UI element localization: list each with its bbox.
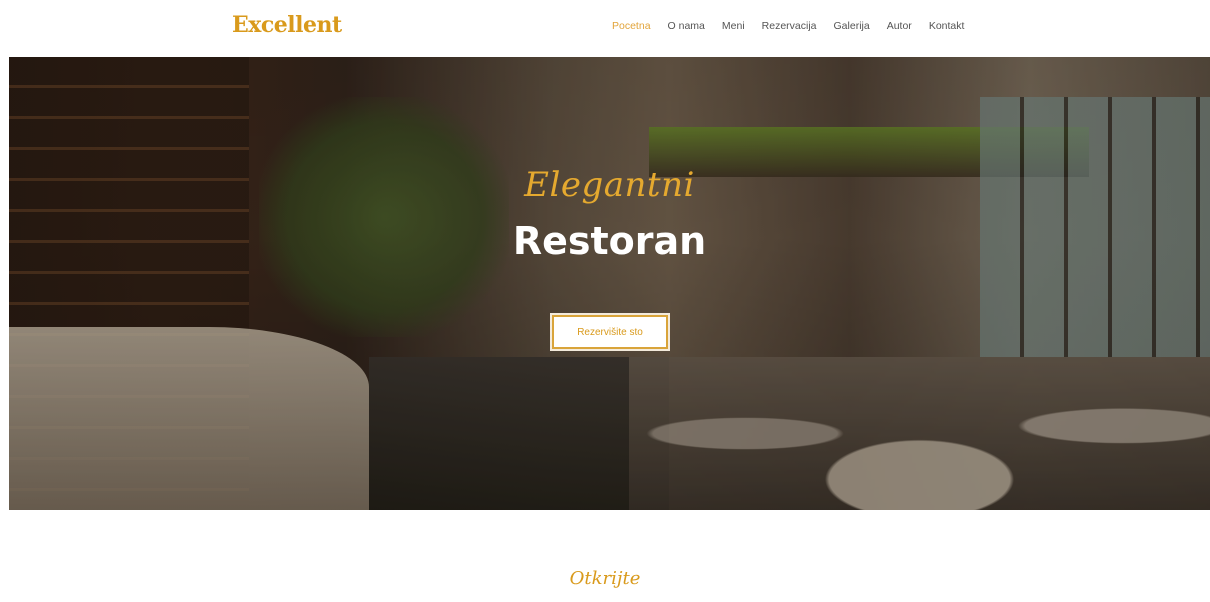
nav-item-autor[interactable]: Autor bbox=[887, 20, 912, 32]
site-logo[interactable]: Excellent bbox=[232, 12, 342, 38]
reserve-table-button[interactable]: Rezervišite sto bbox=[550, 313, 670, 351]
hero-title: Restoran bbox=[512, 219, 707, 263]
nav-item-pocetna[interactable]: Pocetna bbox=[612, 20, 651, 32]
nav-item-galerija[interactable]: Galerija bbox=[834, 20, 870, 32]
hero-banner: Elegantni Restoran Rezervišite sto bbox=[9, 57, 1210, 510]
nav-item-o-nama[interactable]: O nama bbox=[668, 20, 705, 32]
nav-item-meni[interactable]: Meni bbox=[722, 20, 745, 32]
nav-item-kontakt[interactable]: Kontakt bbox=[929, 20, 965, 32]
site-header: Excellent Pocetna O nama Meni Rezervacij… bbox=[0, 0, 1210, 57]
main-nav: Pocetna O nama Meni Rezervacija Galerija… bbox=[612, 20, 981, 32]
hero-overlay bbox=[9, 57, 1210, 510]
discover-subtitle: Otkrijte bbox=[569, 568, 641, 589]
hero-subtitle: Elegantni bbox=[524, 165, 695, 205]
nav-item-rezervacija[interactable]: Rezervacija bbox=[762, 20, 817, 32]
